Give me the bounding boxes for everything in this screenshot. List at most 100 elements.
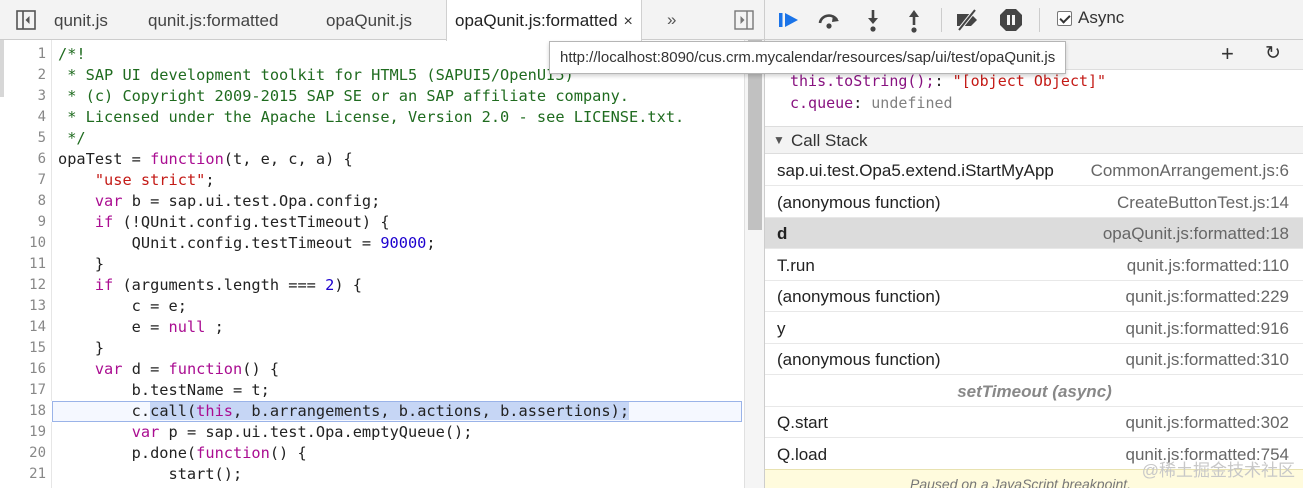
line-number[interactable]: 18 (0, 401, 46, 422)
line-code: c.call(this, b.arrangements, b.actions, … (58, 402, 630, 420)
line-number[interactable]: 7 (0, 170, 46, 191)
line-number[interactable]: 11 (0, 254, 46, 275)
code-line[interactable]: 15 } (0, 338, 744, 359)
line-code: if (arguments.length === 2) { (94, 276, 362, 294)
deactivate-breakpoints-icon[interactable] (953, 6, 981, 34)
call-stack-header[interactable]: ▼ Call Stack (765, 126, 1303, 154)
line-number[interactable]: 9 (0, 212, 46, 233)
expand-triangle-icon[interactable]: ▼ (773, 133, 785, 147)
navigator-toggle-icon[interactable] (16, 10, 36, 30)
call-frame[interactable]: T.run qunit.js:formatted:110 (765, 250, 1303, 281)
line-code: * Licensed under the Apache License, Ver… (58, 108, 685, 126)
editor-scrollbar[interactable] (744, 40, 764, 488)
code-line[interactable]: 14 e = null ; (0, 317, 744, 338)
line-number[interactable]: 19 (0, 422, 46, 443)
code-line[interactable]: 9 if (!QUnit.config.testTimeout) { (0, 212, 744, 233)
call-frame-location[interactable]: qunit.js:formatted:310 (1126, 344, 1289, 375)
refresh-icon[interactable]: ↻ (1265, 42, 1281, 66)
line-number[interactable]: 16 (0, 359, 46, 380)
line-number[interactable]: 4 (0, 107, 46, 128)
code-editor[interactable]: 1 /*! 2 * SAP UI development toolkit for H… (0, 40, 764, 488)
editor-tab-bar: qunit.js qunit.js:formatted opaQunit.js … (0, 0, 764, 41)
code-line[interactable]: 13 c = e; (0, 296, 744, 317)
tab-qunit-js[interactable]: qunit.js (54, 0, 108, 40)
line-number[interactable]: 12 (0, 275, 46, 296)
resume-icon[interactable] (775, 6, 803, 34)
tab-opaqunit-js[interactable]: opaQunit.js (326, 0, 412, 40)
tab-label: qunit.js:formatted (148, 11, 279, 30)
call-frame-location[interactable]: opaQunit.js:formatted:18 (1103, 218, 1289, 249)
call-frame-location[interactable]: qunit.js:formatted:302 (1126, 407, 1289, 438)
call-frame[interactable]: (anonymous function) qunit.js:formatted:3… (765, 344, 1303, 375)
watch-entry[interactable]: this.toString();: "[object Object]" (790, 72, 1106, 90)
tab-overflow-icon[interactable]: » (667, 0, 676, 40)
line-number[interactable]: 3 (0, 86, 46, 107)
sidebar-toggle-icon[interactable] (734, 10, 754, 30)
step-out-icon[interactable] (900, 6, 928, 34)
code-line[interactable]: 5 */ (0, 128, 744, 149)
code-line[interactable]: 6 opaTest = function(t, e, c, a) { (0, 149, 744, 170)
watch-separator: : (853, 94, 872, 112)
code-line[interactable]: 20 p.done(function() { (0, 443, 744, 464)
code-line[interactable]: 12 if (arguments.length === 2) { (0, 275, 744, 296)
async-checkbox[interactable] (1057, 11, 1072, 26)
add-watch-icon[interactable]: + (1221, 42, 1234, 66)
tab-opaqunit-js-formatted[interactable]: opaQunit.js:formatted × (446, 0, 642, 41)
code-line[interactable]: 19 var p = sap.ui.test.Opa.emptyQueue(); (0, 422, 744, 443)
call-stack-title: Call Stack (791, 131, 868, 150)
call-frame-location[interactable]: qunit.js:formatted:229 (1126, 281, 1289, 312)
tab-qunit-js-formatted[interactable]: qunit.js:formatted (148, 0, 278, 40)
call-frame[interactable]: y qunit.js:formatted:916 (765, 313, 1303, 344)
code-line[interactable]: 8 var b = sap.ui.test.Opa.config; (0, 191, 744, 212)
code-line[interactable]: 10 QUnit.config.testTimeout = 90000; (0, 233, 744, 254)
line-number[interactable]: 2 (0, 65, 46, 86)
line-number[interactable]: 15 (0, 338, 46, 359)
watch-entry[interactable]: c.queue: undefined (790, 94, 953, 112)
code-line[interactable]: 16 var d = function() { (0, 359, 744, 380)
watch-value: undefined (871, 94, 953, 112)
line-code: p.done(function() { (58, 444, 307, 462)
call-frame[interactable]: Q.start qunit.js:formatted:302 (765, 407, 1303, 438)
line-code: */ (58, 129, 86, 147)
call-frame-function: Q.start (777, 413, 829, 432)
paused-message: Paused on a JavaScript breakpoint. (910, 476, 1132, 488)
call-frame-function: (anonymous function) (777, 287, 941, 306)
watch-separator: : (934, 72, 953, 90)
code-line[interactable]: 18 c.call(this, b.arrangements, b.action… (0, 401, 744, 422)
call-frame-location[interactable]: qunit.js:formatted:110 (1127, 250, 1289, 281)
code-lines: 1 /*! 2 * SAP UI development toolkit for H… (0, 44, 744, 485)
call-frame-function: T.run (777, 255, 815, 275)
call-frame[interactable]: (anonymous function) CreateButtonTest.js:… (765, 187, 1303, 218)
pause-on-exceptions-icon[interactable] (997, 6, 1025, 34)
line-number[interactable]: 17 (0, 380, 46, 401)
code-line[interactable]: 7 "use strict"; (0, 170, 744, 191)
call-frame-location[interactable]: CreateButtonTest.js:14 (1117, 187, 1289, 218)
code-line[interactable]: 17 b.testName = t; (0, 380, 744, 401)
step-over-icon[interactable] (815, 6, 843, 34)
close-tab-icon[interactable]: × (624, 1, 633, 43)
line-number[interactable]: 13 (0, 296, 46, 317)
call-frame-function: d (777, 224, 788, 243)
line-code: start(); (58, 465, 243, 483)
line-number[interactable]: 20 (0, 443, 46, 464)
code-line[interactable]: 4 * Licensed under the Apache License, V… (0, 107, 744, 128)
line-number[interactable]: 21 (0, 464, 46, 485)
line-number[interactable]: 8 (0, 191, 46, 212)
line-number[interactable]: 6 (0, 149, 46, 170)
line-code: b.testName = t; (58, 381, 270, 399)
line-number[interactable]: 10 (0, 233, 46, 254)
code-line[interactable]: 21 start(); (0, 464, 744, 485)
line-number[interactable]: 14 (0, 317, 46, 338)
line-number[interactable]: 1 (0, 44, 46, 65)
toolbar-separator (1039, 8, 1040, 32)
line-number[interactable]: 5 (0, 128, 46, 149)
call-frame[interactable]: d opaQunit.js:formatted:18 (765, 218, 1303, 249)
call-frame-location[interactable]: qunit.js:formatted:916 (1126, 313, 1289, 344)
call-frame-location[interactable]: CommonArrangement.js:6 (1091, 155, 1289, 186)
watch-expressions: this.toString();: "[object Object]" c.qu… (765, 70, 1303, 126)
call-frame[interactable]: sap.ui.test.Opa5.extend.iStartMyApp Commo… (765, 155, 1303, 186)
code-line[interactable]: 3 * (c) Copyright 2009-2015 SAP SE or an… (0, 86, 744, 107)
code-line[interactable]: 11 } (0, 254, 744, 275)
call-frame[interactable]: (anonymous function) qunit.js:formatted:2… (765, 281, 1303, 312)
step-into-icon[interactable] (859, 6, 887, 34)
